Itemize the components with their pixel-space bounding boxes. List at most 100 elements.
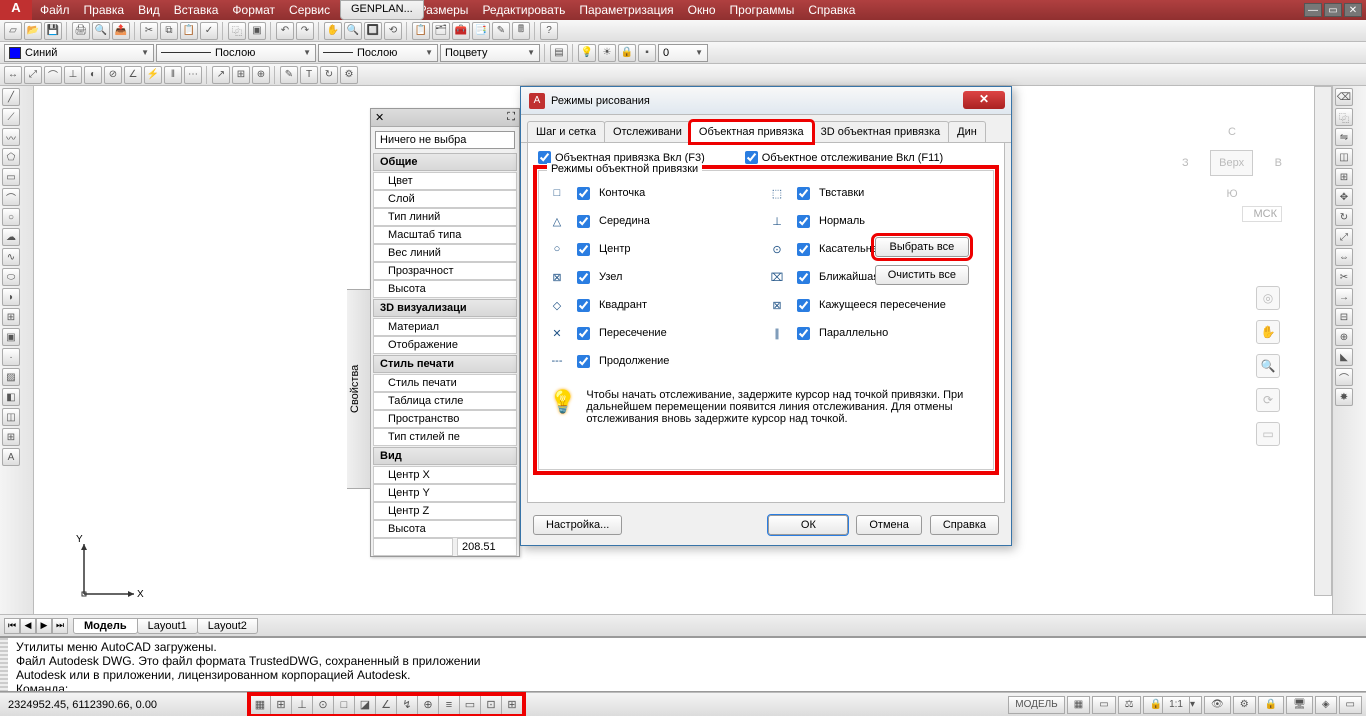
prop-group[interactable]: Вид xyxy=(373,447,517,465)
layer-combo[interactable]: 0 ▼ xyxy=(658,44,708,62)
maximize-button[interactable]: ▭ xyxy=(1324,3,1342,17)
tabnav-prev-icon[interactable]: ◀ xyxy=(20,618,36,634)
dc-icon[interactable]: 🗂 xyxy=(432,22,450,40)
cut-icon[interactable]: ✂ xyxy=(140,22,158,40)
model-space-button[interactable]: МОДЕЛЬ xyxy=(1008,696,1064,714)
viewcube[interactable]: С З Верх В Ю МСК xyxy=(1182,126,1282,226)
menu-service[interactable]: Сервис xyxy=(289,3,330,17)
cleanscreen-icon[interactable]: ▭ xyxy=(1339,696,1362,714)
ws-icon[interactable]: ⚙ xyxy=(1233,696,1256,714)
scrollbar-vertical[interactable] xyxy=(1314,86,1332,596)
extend-icon[interactable]: → xyxy=(1335,288,1353,306)
tab-layout1[interactable]: Layout1 xyxy=(137,618,198,634)
tab-3dosnap[interactable]: 3D объектная привязка xyxy=(812,121,949,142)
tabnav-first-icon[interactable]: ⏮ xyxy=(4,618,20,634)
dimtedit-icon[interactable]: T xyxy=(300,66,318,84)
offset-icon[interactable]: ◫ xyxy=(1335,148,1353,166)
orbit-icon[interactable]: ⟳ xyxy=(1256,388,1280,412)
color-combo[interactable]: Синий ▼ xyxy=(4,44,154,62)
pan-icon[interactable]: ✋ xyxy=(324,22,342,40)
dimqk-icon[interactable]: ⚡ xyxy=(144,66,162,84)
bulb-icon[interactable]: 💡 xyxy=(578,44,596,62)
snap-checkbox[interactable] xyxy=(577,215,590,228)
pan-nav-icon[interactable]: ✋ xyxy=(1256,320,1280,344)
close-button[interactable]: ✕ xyxy=(1344,3,1362,17)
snap-checkbox[interactable] xyxy=(577,187,590,200)
spline-icon[interactable]: ∿ xyxy=(2,248,20,266)
palette-side-tab[interactable]: Свойства xyxy=(347,289,371,489)
explode-icon[interactable]: ✸ xyxy=(1335,388,1353,406)
leader-icon[interactable]: ↗ xyxy=(212,66,230,84)
snap-checkbox[interactable] xyxy=(577,243,590,256)
trim-icon[interactable]: ✂ xyxy=(1335,268,1353,286)
tabnav-next-icon[interactable]: ▶ xyxy=(36,618,52,634)
doc-tab[interactable]: GENPLAN... xyxy=(340,0,424,20)
erase-icon[interactable]: ⌫ xyxy=(1335,88,1353,106)
revcloud-icon[interactable]: ☁ xyxy=(2,228,20,246)
prop-row[interactable]: Прозрачност xyxy=(373,262,517,280)
point-icon[interactable]: · xyxy=(2,348,20,366)
break-icon[interactable]: ⊟ xyxy=(1335,308,1353,326)
clear-all-button[interactable]: Очистить все xyxy=(875,265,969,285)
dimdia-icon[interactable]: ⊘ xyxy=(104,66,122,84)
ok-button[interactable]: ОК xyxy=(768,515,848,535)
dimcont-icon[interactable]: ⋯ xyxy=(184,66,202,84)
toolbar-lock-icon[interactable]: 🔒 xyxy=(1258,696,1284,714)
menu-insert[interactable]: Вставка xyxy=(174,3,219,17)
snap-checkbox[interactable] xyxy=(797,187,810,200)
snap-checkbox[interactable] xyxy=(577,327,590,340)
prop-row[interactable]: Центр X xyxy=(373,466,517,484)
dimupd-icon[interactable]: ↻ xyxy=(320,66,338,84)
prop-group[interactable]: Стиль печати xyxy=(373,355,517,373)
viewport-icon[interactable]: ▭ xyxy=(1092,696,1115,714)
zoom-prev-icon[interactable]: ⟲ xyxy=(384,22,402,40)
cen-icon[interactable]: ⊕ xyxy=(252,66,270,84)
tabnav-last-icon[interactable]: ⏭ xyxy=(52,618,68,634)
mirror-icon[interactable]: ⇋ xyxy=(1335,128,1353,146)
copy-icon[interactable]: ⧉ xyxy=(160,22,178,40)
plotstyle-combo[interactable]: Поцвету ▼ xyxy=(440,44,540,62)
tp-icon[interactable]: 🧰 xyxy=(452,22,470,40)
hatch-icon[interactable]: ▨ xyxy=(2,368,20,386)
menu-dim[interactable]: Размеры xyxy=(419,3,469,17)
dimrad-icon[interactable]: ◐ xyxy=(84,66,102,84)
region-icon[interactable]: ◫ xyxy=(2,408,20,426)
match-icon[interactable]: ✓ xyxy=(200,22,218,40)
publish-icon[interactable]: 📤 xyxy=(112,22,130,40)
circle-icon[interactable]: ○ xyxy=(2,208,20,226)
dimarc-icon[interactable]: ⌒ xyxy=(44,66,62,84)
help-button[interactable]: Справка xyxy=(930,515,999,535)
annoscale-icon[interactable]: ⚖ xyxy=(1118,696,1141,714)
tol-icon[interactable]: ⊞ xyxy=(232,66,250,84)
new-icon[interactable]: ▱ xyxy=(4,22,22,40)
dimlinear-icon[interactable]: ↔ xyxy=(4,66,22,84)
preview-icon[interactable]: 🔍 xyxy=(92,22,110,40)
menu-modify[interactable]: Редактировать xyxy=(482,3,565,17)
prop-group[interactable]: 3D визуализаци xyxy=(373,299,517,317)
selection-combo[interactable]: Ничего не выбра xyxy=(375,131,515,149)
markup-icon[interactable]: ✎ xyxy=(492,22,510,40)
prop-row[interactable]: Стиль печати xyxy=(373,374,517,392)
menu-view[interactable]: Вид xyxy=(138,3,160,17)
dialog-titlebar[interactable]: A Режимы рисования ✕ xyxy=(521,87,1011,115)
help-icon[interactable]: ? xyxy=(540,22,558,40)
palette-close-icon[interactable]: ✕ xyxy=(375,111,384,124)
mtext-icon[interactable]: A xyxy=(2,448,20,466)
menu-edit[interactable]: Правка xyxy=(84,3,125,17)
annovisibility-icon[interactable]: 👁 xyxy=(1204,696,1231,714)
tab-model[interactable]: Модель xyxy=(73,618,138,634)
props-icon[interactable]: 📋 xyxy=(412,22,430,40)
dimang-icon[interactable]: ∠ xyxy=(124,66,142,84)
block-icon[interactable]: ▣ xyxy=(248,22,266,40)
rect-icon[interactable]: ▭ xyxy=(2,168,20,186)
menu-file[interactable]: Файл xyxy=(40,3,70,17)
dimord-icon[interactable]: ⊥ xyxy=(64,66,82,84)
save-icon[interactable]: 💾 xyxy=(44,22,62,40)
dimstyle-icon[interactable]: ⚙ xyxy=(340,66,358,84)
line-icon[interactable]: ╱ xyxy=(2,88,20,106)
print-icon[interactable]: 🖨 xyxy=(72,22,90,40)
array-icon[interactable]: ⊞ xyxy=(1335,168,1353,186)
snap-checkbox[interactable] xyxy=(577,299,590,312)
prop-row[interactable]: Тип линий xyxy=(373,208,517,226)
menu-format[interactable]: Формат xyxy=(232,3,275,17)
